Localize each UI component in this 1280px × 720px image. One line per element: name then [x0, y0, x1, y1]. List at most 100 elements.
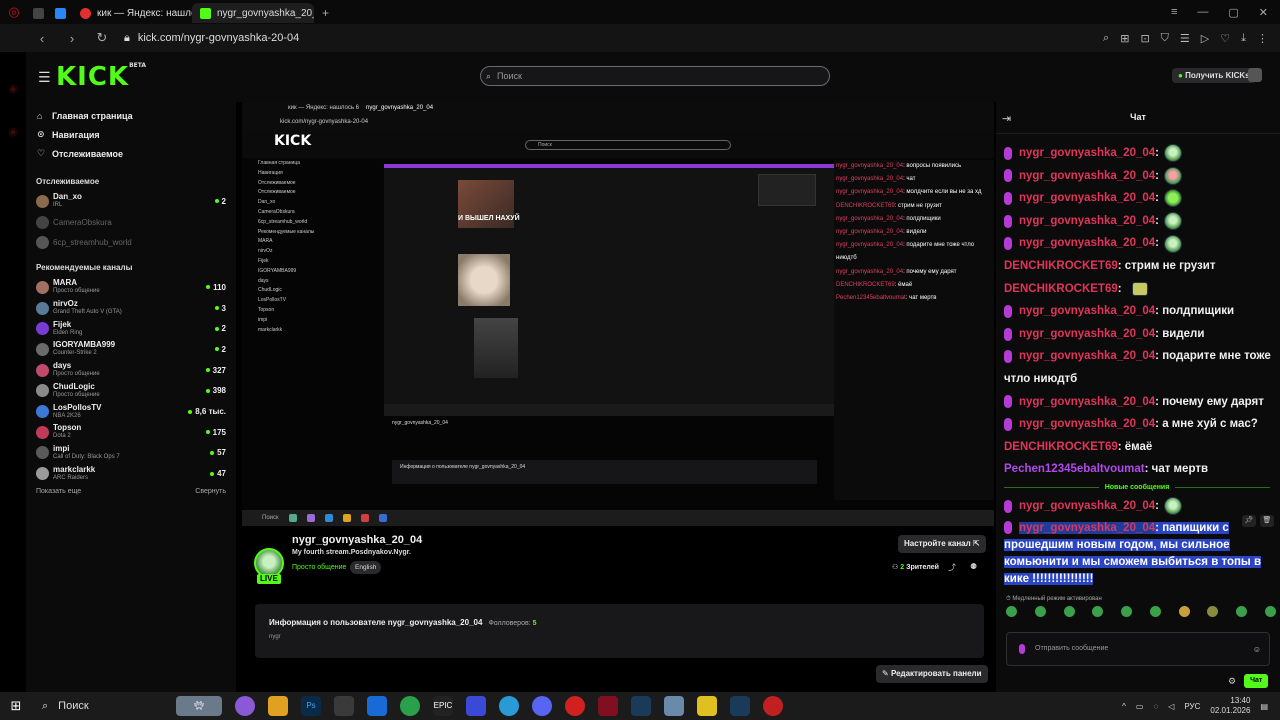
epic-games-icon[interactable]: EPIC: [433, 696, 453, 716]
chat-username[interactable]: nygr_govnyashka_20_04: [1019, 300, 1155, 323]
file-explorer-icon[interactable]: [268, 696, 288, 716]
favorite-icon[interactable]: ♡: [1220, 32, 1230, 45]
share-icon[interactable]: ⤴: [948, 562, 956, 573]
chat-username[interactable]: DENCHIKROCKET69: [1004, 278, 1118, 301]
sidebar-item-following[interactable]: ♡ Отслеживаемое: [26, 144, 236, 163]
channel-row[interactable]: Fijek Elden Ring 2: [26, 318, 236, 339]
channel-row[interactable]: nirvOz Grand Theft Auto V (GTA) 3: [26, 298, 236, 319]
emote-icon[interactable]: [1207, 606, 1219, 617]
emoji-icon[interactable]: ☺: [1253, 645, 1261, 654]
obs-icon[interactable]: [763, 696, 783, 716]
network-icon[interactable]: ◌: [1153, 702, 1158, 711]
reload-icon[interactable]: ↻: [92, 30, 112, 46]
chat-username[interactable]: Pechen12345ebaltvoumat: [1004, 458, 1145, 481]
emote-icon[interactable]: [1034, 606, 1046, 617]
chat-username[interactable]: nygr_govnyashka_20_04: [1019, 187, 1155, 210]
minimize-icon[interactable]: —: [1197, 6, 1208, 19]
mail-icon[interactable]: [367, 696, 387, 716]
steam-icon[interactable]: [730, 696, 750, 716]
url-field[interactable]: 🔒︎ kick.com/nygr-govnyashka-20-04: [124, 32, 299, 45]
app-icon[interactable]: [664, 696, 684, 716]
clock[interactable]: 13:40 02.01.2026: [1210, 696, 1250, 716]
chat-username[interactable]: nygr_govnyashka_20_04: [1019, 165, 1155, 188]
streamer-name[interactable]: nygr_govnyashka_20_04: [292, 534, 422, 546]
emote-icon[interactable]: [1006, 606, 1017, 617]
menu-dots-icon[interactable]: ⋮: [1257, 32, 1268, 45]
chrome-icon[interactable]: [400, 696, 420, 716]
chat-username[interactable]: nygr_govnyashka_20_04: [1019, 345, 1155, 368]
telegram-icon[interactable]: [499, 696, 519, 716]
language-indicator[interactable]: РУС: [1184, 702, 1200, 711]
chat-username[interactable]: nygr_govnyashka_20_04: [1019, 521, 1156, 534]
channel-row[interactable]: MARA Просто общение 110: [26, 277, 236, 298]
kick-logo[interactable]: KICKBETA: [56, 62, 146, 92]
maximize-icon[interactable]: ▢: [1228, 6, 1238, 19]
chat-input[interactable]: Отправить сообщение ☺: [1006, 632, 1270, 666]
windows-start-icon[interactable]: ⊞: [0, 698, 32, 714]
browser-logo-icon[interactable]: ◎: [0, 0, 28, 24]
menu-icon[interactable]: ≡: [1171, 6, 1177, 19]
discord-icon[interactable]: [532, 696, 552, 716]
send-chat-button[interactable]: Чат: [1244, 674, 1269, 688]
channel-row[interactable]: LosPollosTV NBA 2K26 8,6 тыс.: [26, 401, 236, 422]
channel-row[interactable]: IGORYAMBA999 Counter-Strike 2 2: [26, 339, 236, 360]
chat-message-selected[interactable]: nygr_govnyashka_20_04: папищики с прошед…: [1004, 520, 1270, 588]
channel-row[interactable]: impi Call of Duty: Black Ops 7 57: [26, 443, 236, 464]
photoshop-icon[interactable]: Ps: [301, 696, 321, 716]
user-avatar[interactable]: [1248, 68, 1262, 82]
sidepanel-icon[interactable]: ◉: [0, 125, 26, 138]
channel-row[interactable]: ChudLogic Просто общение 398: [26, 381, 236, 402]
channel-row[interactable]: Dan_xo IRL 2: [26, 191, 236, 212]
emote-icon[interactable]: [1178, 606, 1190, 617]
chat-username[interactable]: DENCHIKROCKET69: [1004, 436, 1118, 459]
close-icon[interactable]: ✕: [1259, 6, 1268, 19]
chat-username[interactable]: nygr_govnyashka_20_04: [1019, 210, 1155, 233]
shield-icon[interactable]: ⛉: [1161, 32, 1169, 45]
emote-icon[interactable]: [1092, 606, 1104, 617]
tray-expand-icon[interactable]: ^: [1122, 702, 1126, 711]
channel-row[interactable]: Topson Dota 2 175: [26, 422, 236, 443]
collapse-link[interactable]: Свернуть: [195, 488, 226, 495]
app-icon[interactable]: [697, 696, 717, 716]
taskbar-search[interactable]: ⌕ Поиск: [32, 692, 172, 720]
tab-1[interactable]: [50, 3, 72, 23]
channel-row[interactable]: 6cp_streamhub_world: [26, 232, 236, 253]
chat-username[interactable]: nygr_govnyashka_20_04: [1019, 391, 1155, 414]
calculator-icon[interactable]: [334, 696, 354, 716]
play-icon[interactable]: ▷: [1201, 32, 1209, 45]
hamburger-menu-icon[interactable]: ☰: [38, 69, 51, 86]
opera-gx-icon[interactable]: [598, 696, 618, 716]
emote-icon[interactable]: [1264, 606, 1276, 617]
sidebar-item-home[interactable]: ⌂ Главная страница: [26, 106, 236, 125]
emote-icon[interactable]: [1063, 606, 1075, 617]
chart-app-icon[interactable]: [466, 696, 486, 716]
chat-username[interactable]: nygr_govnyashka_20_04: [1019, 323, 1155, 346]
pin-icon[interactable]: 📌︎: [1242, 515, 1256, 527]
alien-widget-icon[interactable]: 👾︎: [176, 696, 222, 716]
chat-username[interactable]: nygr_govnyashka_20_04: [1019, 142, 1155, 165]
channel-row[interactable]: markclarkk ARC Raiders 47: [26, 463, 236, 484]
user-settings-icon[interactable]: ⚉: [970, 562, 977, 571]
volume-icon[interactable]: ◁: [1168, 702, 1174, 711]
tab-0[interactable]: [28, 3, 50, 23]
show-more-link[interactable]: Показать еще: [36, 488, 81, 495]
bookmark-icon[interactable]: ⊡: [1140, 32, 1149, 45]
back-icon[interactable]: ‹: [32, 31, 52, 46]
reader-icon[interactable]: ☰: [1180, 32, 1190, 45]
steam-icon[interactable]: [631, 696, 651, 716]
app-icon[interactable]: [235, 696, 255, 716]
edit-panels-button[interactable]: ✎ Редактировать панели: [876, 665, 988, 683]
sidepanel-icon[interactable]: ◉: [0, 82, 26, 95]
stream-tag[interactable]: English: [350, 561, 382, 574]
video-player[interactable]: кик — Яндекс: нашлось 6 nygr_govnyashka_…: [242, 102, 994, 526]
chat-username[interactable]: nygr_govnyashka_20_04: [1019, 495, 1155, 518]
emote-icon[interactable]: [1149, 606, 1161, 617]
battery-icon[interactable]: ▭: [1136, 702, 1144, 711]
translate-icon[interactable]: ⊞: [1120, 32, 1129, 45]
channel-row[interactable]: CameraObskura: [26, 212, 236, 233]
opera-icon[interactable]: [565, 696, 585, 716]
forward-icon[interactable]: ›: [62, 31, 82, 46]
emote-icon[interactable]: [1121, 606, 1133, 617]
stream-category[interactable]: Просто общение: [292, 564, 346, 571]
delete-icon[interactable]: 🗑︎: [1260, 515, 1274, 527]
